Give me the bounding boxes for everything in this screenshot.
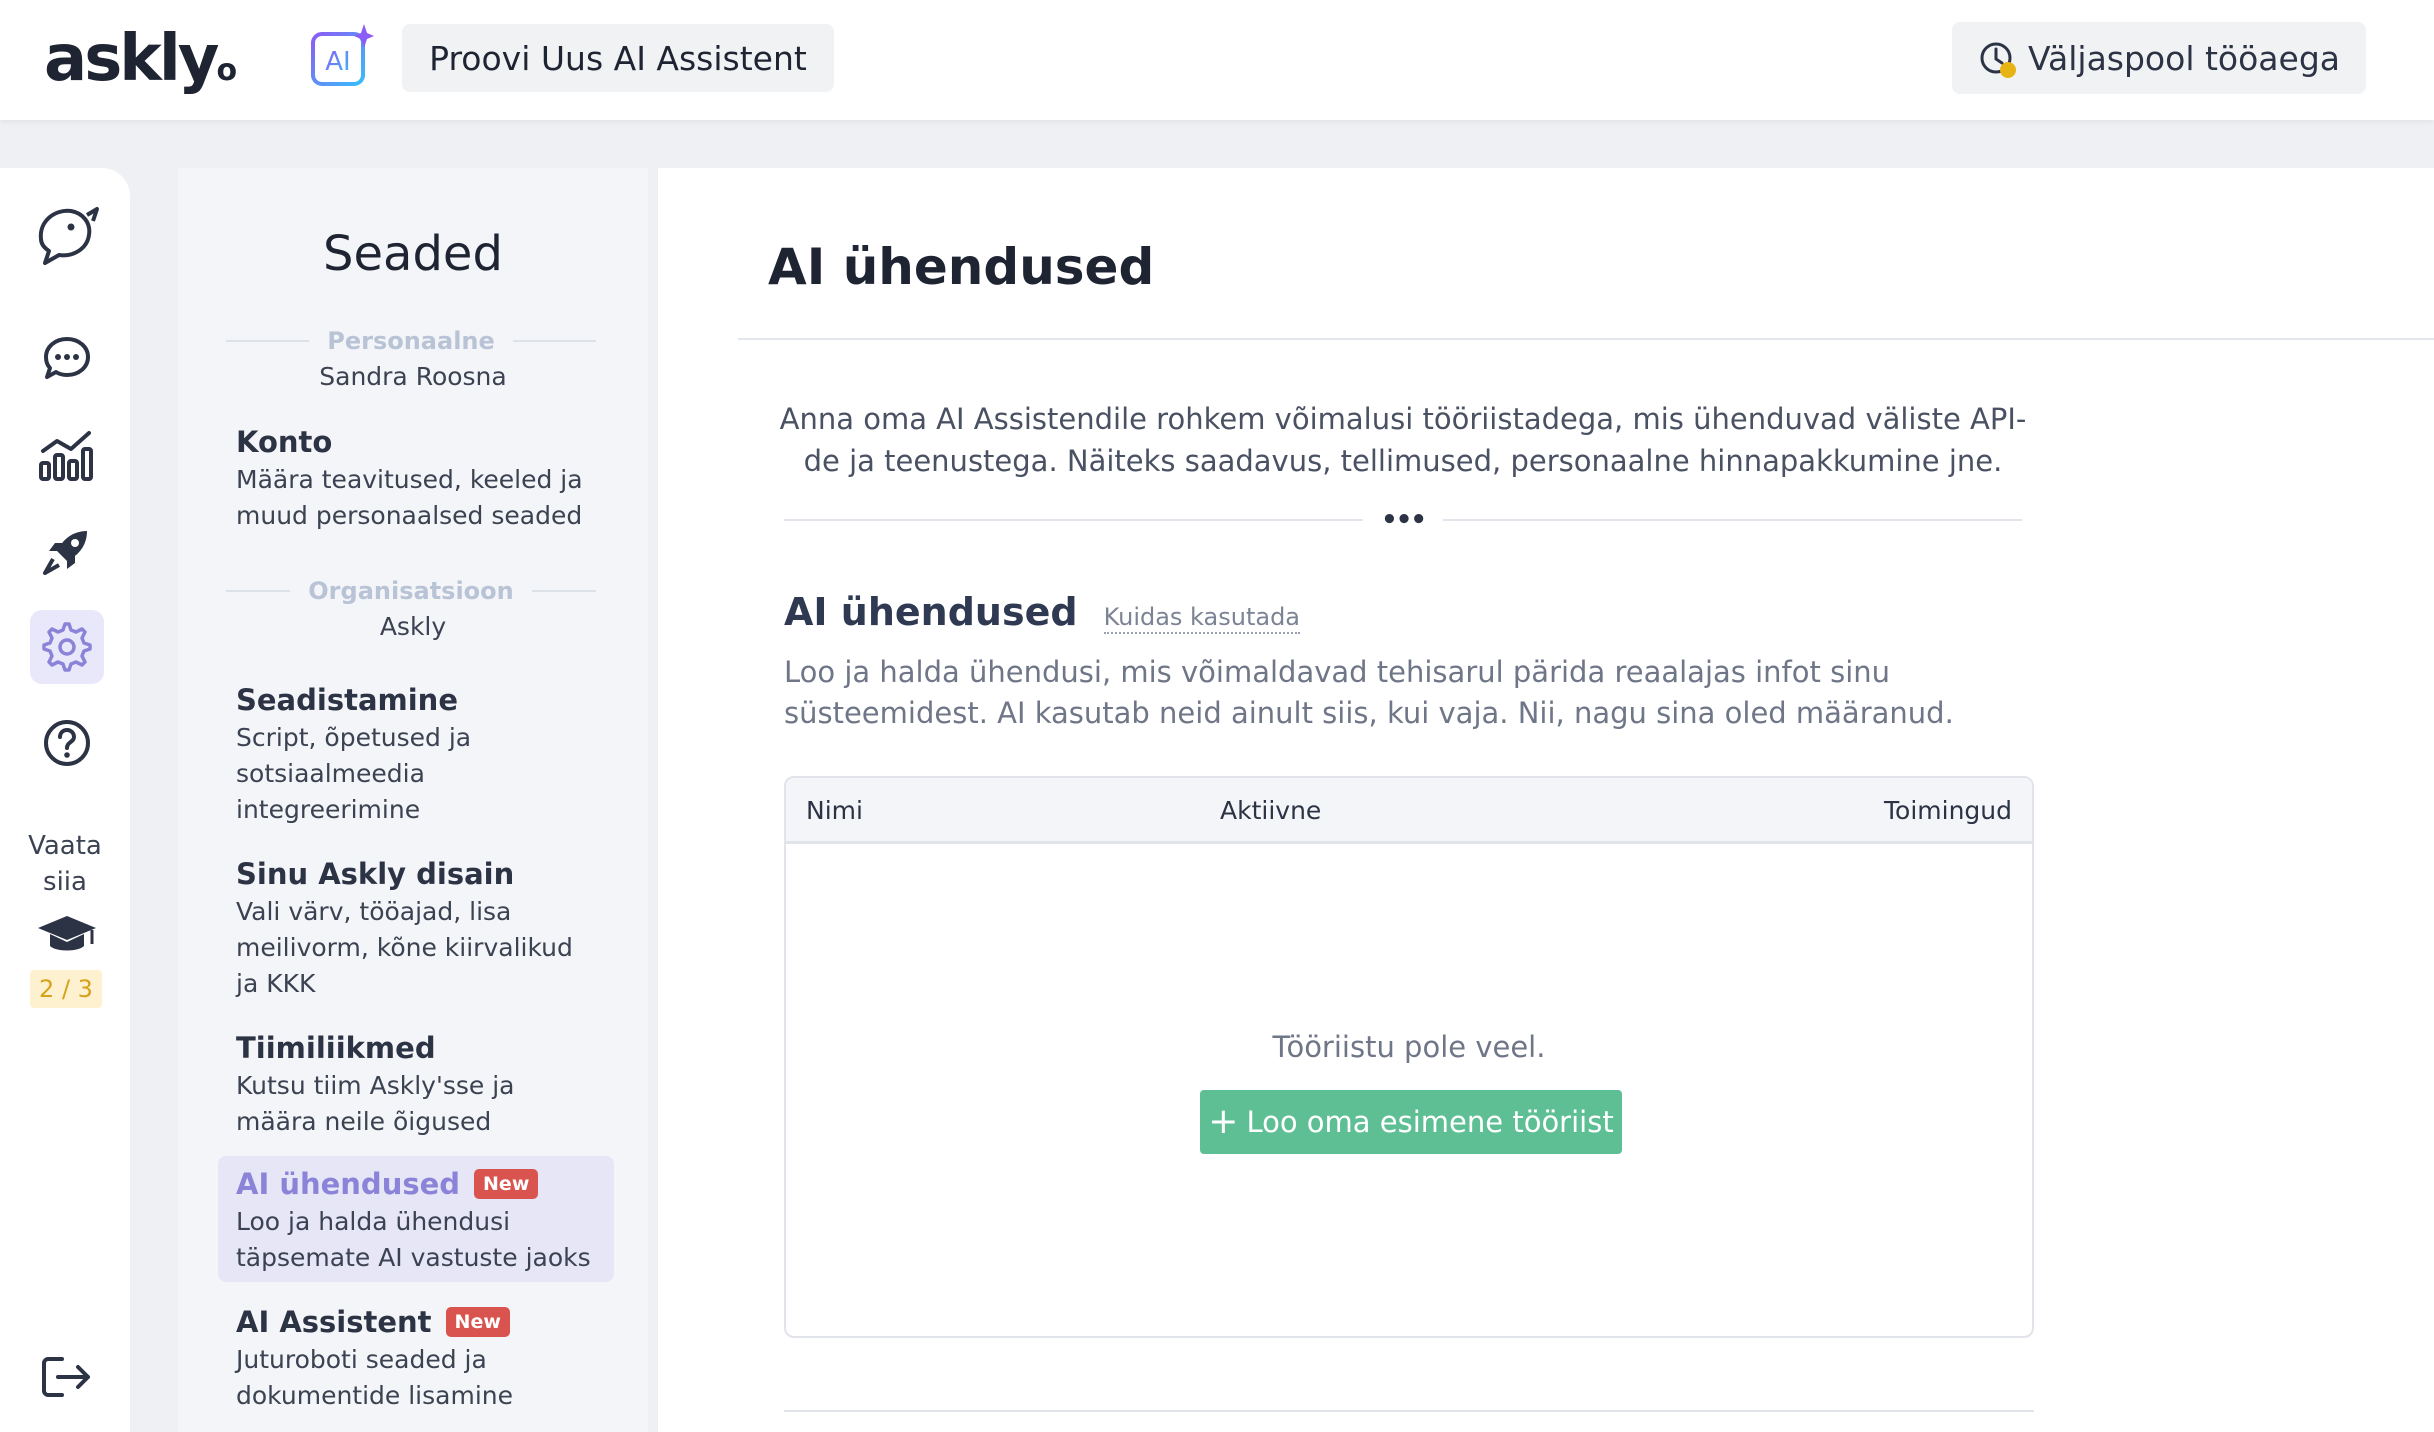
section-title: AI ühendused (784, 590, 1078, 634)
tutorial-progress-badge: 2 / 3 (30, 970, 102, 1008)
chat-bubble-icon[interactable] (30, 322, 104, 396)
settings-item-askly-disain[interactable]: Sinu Askly disain Vali värv, tööajad, li… (218, 846, 614, 1010)
help-circle-icon[interactable] (30, 706, 104, 780)
settings-item-description: Script, õpetused ja sotsiaalmeedia integ… (236, 723, 472, 824)
settings-item-ai-assistent[interactable]: AI Assistent New Juturoboti seaded ja do… (218, 1294, 614, 1422)
how-to-use-link[interactable]: Kuidas kasutada (1103, 602, 1301, 634)
create-first-tool-button[interactable]: + Loo oma esimene tööriist (1200, 1090, 1622, 1154)
title-divider (738, 338, 2434, 340)
column-header-name[interactable]: Nimi (806, 796, 863, 825)
askly-logo[interactable]: asklyo (44, 22, 237, 96)
new-badge: New (474, 1169, 539, 1199)
try-new-ai-assistant-button[interactable]: Proovi Uus AI Assistent (402, 24, 834, 92)
settings-sidebar: Seaded Personaalne Sandra Roosna Konto M… (178, 168, 648, 1432)
settings-item-title: Seadistamine (236, 683, 458, 717)
settings-title: Seaded (323, 226, 503, 282)
icon-rail: Vaata siia 2 / 3 (0, 168, 130, 1432)
logo-dot: o (216, 53, 238, 88)
table-header: Nimi Aktiivne Toimingud (786, 778, 2032, 844)
organization-name: Askly (379, 612, 447, 641)
settings-item-ai-uhendused[interactable]: AI ühendused New Loo ja halda ühendusi t… (218, 1156, 614, 1282)
availability-status-button[interactable]: Väljaspool tööaega (1952, 22, 2366, 94)
ai-badge-text: AI (325, 47, 350, 77)
logo-text: askly (44, 22, 219, 96)
new-badge: New (445, 1307, 510, 1337)
ai-sparkle-icon[interactable]: AI (310, 24, 374, 88)
settings-item-tiimiliikmed[interactable]: Tiimiliikmed Kutsu tiim Askly'sse ja mää… (218, 1020, 614, 1148)
settings-item-title: Sinu Askly disain (236, 857, 515, 891)
analytics-chart-icon[interactable] (30, 418, 104, 492)
personal-section-divider: Personaalne (226, 326, 597, 356)
settings-item-description: Vali värv, tööajad, lisa meilivorm, kõne… (236, 897, 573, 998)
organization-section-label: Organisatsioon (308, 577, 514, 605)
tools-table: Nimi Aktiivne Toimingud Tööriistu pole v… (784, 776, 2034, 1338)
rocket-icon[interactable] (30, 514, 104, 588)
settings-item-title: AI Assistent (236, 1305, 432, 1339)
graduation-cap-icon[interactable] (30, 898, 104, 972)
main-content: AI ühendused Anna oma AI Assistendile ro… (658, 168, 2434, 1432)
status-label: Väljaspool tööaega (2028, 38, 2340, 78)
top-bar: asklyo AI Proovi Uus AI Assistent Väljas… (0, 0, 2434, 120)
tutorial-label-line2: siia (43, 867, 87, 897)
intro-text: Anna oma AI Assistendile rohkem võimalus… (779, 402, 2027, 478)
page-title: AI ühendused (768, 238, 1155, 296)
column-header-active[interactable]: Aktiivne (1220, 796, 1321, 825)
section-divider: ••• (784, 505, 2023, 535)
settings-item-konto[interactable]: Konto Määra teavitused, keeled ja muud p… (218, 414, 614, 542)
settings-item-description: Määra teavitused, keeled ja muud persona… (236, 465, 583, 530)
settings-item-title: Tiimiliikmed (236, 1031, 436, 1065)
settings-item-title: AI ühendused (236, 1167, 461, 1201)
settings-item-description: Juturoboti seaded ja dokumentide lisamin… (236, 1345, 514, 1410)
tutorial-label-line1: Vaata (28, 831, 102, 861)
plus-icon: + (1208, 1101, 1239, 1142)
settings-item-title: Konto (236, 425, 333, 459)
settings-item-seadistamine[interactable]: Seadistamine Script, õpetused ja sotsiaa… (218, 672, 614, 836)
status-dot (2000, 62, 2016, 78)
logout-icon[interactable] (30, 1340, 104, 1414)
divider-dots: ••• (1381, 505, 1427, 535)
section-description: Loo ja halda ühendusi, mis võimaldavad t… (784, 655, 1954, 730)
parrot-logo-icon[interactable] (30, 198, 104, 272)
personal-section-label: Personaalne (327, 327, 495, 355)
bottom-divider (784, 1410, 2034, 1412)
settings-item-description: Loo ja halda ühendusi täpsemate AI vastu… (236, 1207, 591, 1272)
organization-section-divider: Organisatsioon (226, 576, 597, 606)
gear-icon[interactable] (30, 610, 104, 684)
clock-icon (1978, 40, 2016, 78)
create-button-label: Loo oma esimene tööriist (1246, 1105, 1614, 1139)
section-header: AI ühendused Kuidas kasutada (784, 590, 1301, 634)
personal-user-name: Sandra Roosna (319, 362, 507, 391)
empty-state-text: Tööriistu pole veel. (1272, 1030, 1546, 1064)
settings-item-description: Kutsu tiim Askly'sse ja määra neile õigu… (236, 1071, 515, 1136)
column-header-actions: Toimingud (1884, 796, 2012, 825)
